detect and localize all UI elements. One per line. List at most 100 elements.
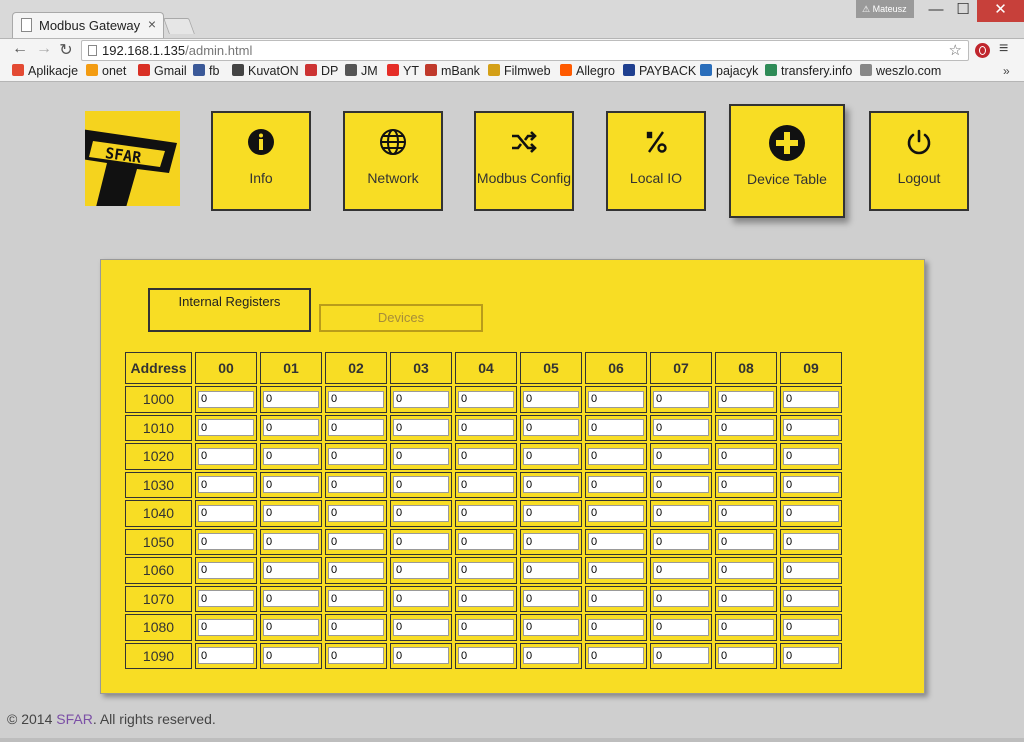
register-value-input[interactable]	[718, 647, 774, 665]
register-value-input[interactable]	[263, 504, 319, 522]
register-value-input[interactable]	[523, 476, 579, 494]
bookmark-item[interactable]: onet	[86, 64, 126, 78]
register-value-input[interactable]	[718, 419, 774, 437]
register-value-input[interactable]	[393, 618, 449, 636]
maximize-button[interactable]: ☐	[950, 0, 976, 22]
register-value-input[interactable]	[198, 419, 254, 437]
register-value-input[interactable]	[588, 533, 644, 551]
register-value-input[interactable]	[718, 390, 774, 408]
nav-tile-modbus-config[interactable]: Modbus Config	[474, 111, 574, 211]
register-value-input[interactable]	[263, 447, 319, 465]
register-value-input[interactable]	[263, 561, 319, 579]
register-value-input[interactable]	[718, 590, 774, 608]
register-value-input[interactable]	[458, 533, 514, 551]
register-value-input[interactable]	[458, 590, 514, 608]
register-value-input[interactable]	[393, 533, 449, 551]
register-value-input[interactable]	[198, 647, 254, 665]
register-value-input[interactable]	[328, 447, 384, 465]
register-value-input[interactable]	[328, 533, 384, 551]
register-value-input[interactable]	[523, 390, 579, 408]
bookmark-item[interactable]: KuvatON	[232, 64, 299, 78]
register-value-input[interactable]	[588, 647, 644, 665]
register-value-input[interactable]	[783, 561, 839, 579]
opera-extension-icon[interactable]	[975, 43, 990, 58]
register-value-input[interactable]	[588, 618, 644, 636]
register-value-input[interactable]	[523, 561, 579, 579]
register-value-input[interactable]	[263, 533, 319, 551]
register-value-input[interactable]	[328, 647, 384, 665]
nav-tile-logout[interactable]: Logout	[869, 111, 969, 211]
register-value-input[interactable]	[588, 590, 644, 608]
bookmark-item[interactable]: mBank	[425, 64, 480, 78]
register-value-input[interactable]	[198, 504, 254, 522]
bookmark-item[interactable]: PAYBACK	[623, 64, 696, 78]
register-value-input[interactable]	[718, 618, 774, 636]
register-value-input[interactable]	[783, 419, 839, 437]
register-value-input[interactable]	[653, 618, 709, 636]
register-value-input[interactable]	[653, 476, 709, 494]
nav-tile-local-io[interactable]: Local IO	[606, 111, 706, 211]
nav-tile-info[interactable]: Info	[211, 111, 311, 211]
register-value-input[interactable]	[198, 618, 254, 636]
nav-tile-network[interactable]: Network	[343, 111, 443, 211]
register-value-input[interactable]	[393, 476, 449, 494]
register-value-input[interactable]	[588, 504, 644, 522]
register-value-input[interactable]	[588, 447, 644, 465]
minimize-button[interactable]: —	[922, 0, 950, 22]
register-value-input[interactable]	[263, 647, 319, 665]
register-value-input[interactable]	[393, 504, 449, 522]
browser-tab[interactable]: Modbus Gateway ×	[12, 12, 164, 38]
register-value-input[interactable]	[588, 561, 644, 579]
register-value-input[interactable]	[718, 504, 774, 522]
bookmark-item[interactable]: weszlo.com	[860, 64, 941, 78]
register-value-input[interactable]	[393, 561, 449, 579]
bookmark-item[interactable]: Aplikacje	[12, 64, 78, 78]
register-value-input[interactable]	[523, 419, 579, 437]
bookmark-item[interactable]: Gmail	[138, 64, 187, 78]
register-value-input[interactable]	[393, 390, 449, 408]
register-value-input[interactable]	[198, 476, 254, 494]
register-value-input[interactable]	[783, 390, 839, 408]
register-value-input[interactable]	[783, 447, 839, 465]
register-value-input[interactable]	[198, 447, 254, 465]
register-value-input[interactable]	[783, 533, 839, 551]
close-window-button[interactable]: ✕	[977, 0, 1024, 22]
register-value-input[interactable]	[393, 447, 449, 465]
register-value-input[interactable]	[263, 419, 319, 437]
register-value-input[interactable]	[263, 390, 319, 408]
register-value-input[interactable]	[458, 647, 514, 665]
register-value-input[interactable]	[783, 590, 839, 608]
register-value-input[interactable]	[588, 476, 644, 494]
address-bar[interactable]: 192.168.1.135/admin.html ☆	[81, 40, 969, 61]
register-value-input[interactable]	[783, 647, 839, 665]
register-value-input[interactable]	[523, 618, 579, 636]
register-value-input[interactable]	[393, 419, 449, 437]
register-value-input[interactable]	[653, 533, 709, 551]
bookmark-item[interactable]: Allegro	[560, 64, 615, 78]
register-value-input[interactable]	[783, 504, 839, 522]
register-value-input[interactable]	[653, 647, 709, 665]
register-value-input[interactable]	[328, 390, 384, 408]
register-value-input[interactable]	[328, 618, 384, 636]
user-badge[interactable]: ⚠ Mateusz	[856, 0, 914, 18]
bookmark-item[interactable]: pajacyk	[700, 64, 758, 78]
menu-icon[interactable]: ≡	[999, 40, 1008, 58]
register-value-input[interactable]	[653, 390, 709, 408]
register-value-input[interactable]	[523, 504, 579, 522]
back-icon[interactable]: ←	[10, 40, 30, 58]
reload-icon[interactable]: ↻	[56, 40, 76, 60]
register-value-input[interactable]	[523, 447, 579, 465]
register-value-input[interactable]	[328, 561, 384, 579]
register-value-input[interactable]	[718, 476, 774, 494]
register-value-input[interactable]	[263, 590, 319, 608]
register-value-input[interactable]	[523, 590, 579, 608]
register-value-input[interactable]	[653, 590, 709, 608]
register-value-input[interactable]	[718, 447, 774, 465]
star-icon[interactable]: ☆	[949, 41, 962, 60]
register-value-input[interactable]	[653, 504, 709, 522]
register-value-input[interactable]	[198, 590, 254, 608]
register-value-input[interactable]	[458, 419, 514, 437]
register-value-input[interactable]	[588, 390, 644, 408]
bookmark-item[interactable]: fb	[193, 64, 219, 78]
register-value-input[interactable]	[718, 561, 774, 579]
